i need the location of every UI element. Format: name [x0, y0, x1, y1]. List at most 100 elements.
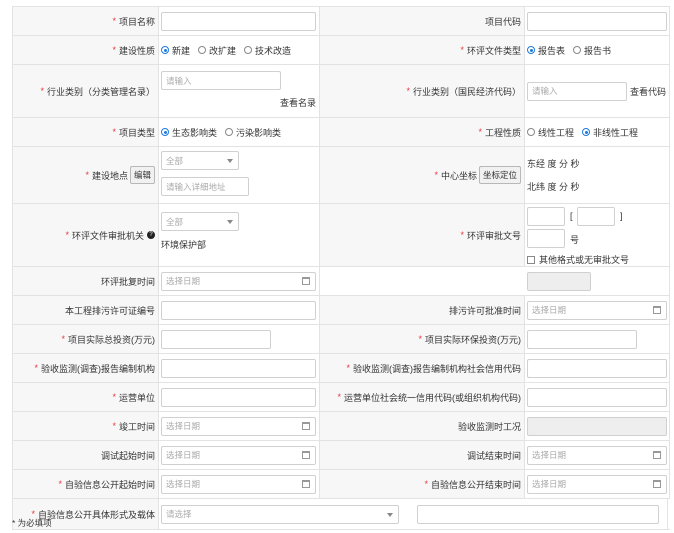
- permit-no-label: 本工程排污许可证编号: [64, 305, 155, 316]
- calendar-icon: [653, 450, 661, 459]
- permit-time-label: 排污许可批准时间: [448, 305, 521, 316]
- radio-selected-icon: [161, 46, 169, 54]
- operator-input[interactable]: [161, 387, 316, 407]
- radio-selected-icon: [582, 128, 591, 136]
- form-row: * 自验信息公开起始时间 选择日期 * 自验信息公开结束时间 选择日期: [12, 470, 670, 499]
- engineering-nature-label: 工程性质: [484, 127, 521, 138]
- disclosure-start-label: 自验信息公开起始时间: [64, 479, 155, 490]
- radio-linear[interactable]: 线性工程: [527, 126, 574, 139]
- eia-number-serial-input[interactable]: [527, 229, 565, 248]
- eia-authority-value: 环境保护部: [161, 240, 207, 250]
- radio-pollution[interactable]: 污染影响类: [225, 126, 281, 139]
- radio-selected-icon: [161, 128, 169, 136]
- operator-code-label: 运营单位社会统一信用代码(或组织机构代码): [344, 392, 521, 403]
- completion-time-label: 竣工时间: [118, 421, 155, 432]
- debug-start-label: 调试起始时间: [100, 450, 155, 461]
- project-code-input[interactable]: [527, 11, 667, 31]
- edit-site-button[interactable]: 编辑: [129, 166, 155, 184]
- radio-new-build[interactable]: 新建: [161, 44, 190, 57]
- radio-expansion[interactable]: 改扩建: [198, 44, 236, 57]
- radio-selected-icon: [527, 46, 535, 54]
- form-row: * 验收监测(调查)报告编制机构 * 验收监测(调查)报告编制机构社会信用代码: [12, 354, 670, 383]
- disclosure-form-select[interactable]: 请选择: [161, 504, 399, 524]
- eia-authority-label: 环评文件审批机关: [71, 230, 144, 241]
- radio-ecological[interactable]: 生态影响类: [161, 126, 217, 139]
- eia-number-disabled-input: [527, 271, 591, 291]
- monitor-condition-label: 验收监测时工况: [457, 421, 521, 432]
- chevron-down-icon: [227, 220, 233, 224]
- operator-code-input[interactable]: [527, 387, 667, 407]
- debug-start-picker[interactable]: 选择日期: [161, 445, 316, 465]
- calendar-icon: [302, 479, 310, 488]
- radio-tech-upgrade[interactable]: 技术改造: [244, 44, 291, 57]
- disclosure-end-label: 自验信息公开结束时间: [430, 479, 521, 490]
- radio-report-form[interactable]: 报告表: [527, 44, 565, 57]
- calendar-icon: [302, 276, 310, 285]
- form-row: * 建设性质 新建 改扩建 技术改造 * 环评文件类型 报告表 报告书: [12, 36, 670, 65]
- eia-approval-time-picker[interactable]: 选择日期: [161, 271, 316, 291]
- form-row: * 项目类型 生态影响类 污染影响类 * 工程性质 线性工程 非线性工程: [12, 118, 670, 147]
- form-row: * 项目实际总投资(万元) * 项目实际环保投资(万元): [12, 325, 670, 354]
- calendar-icon: [302, 421, 310, 430]
- project-name-label: * 项目名称: [12, 7, 159, 35]
- required-footnote: * 为必填项: [12, 518, 52, 528]
- disclosure-form-input[interactable]: [417, 504, 659, 524]
- view-code-link[interactable]: 查看代码: [630, 85, 666, 98]
- eia-doc-type-label: 环评文件类型: [466, 45, 521, 56]
- project-type-label: 项目类型: [118, 127, 155, 138]
- monitor-org-code-input[interactable]: [527, 358, 667, 378]
- industry-mgmt-label: 行业类别（分类管理名录）: [46, 86, 155, 97]
- debug-end-picker[interactable]: 选择日期: [527, 445, 667, 465]
- total-investment-label: 项目实际总投资(万元): [68, 334, 155, 345]
- radio-icon: [244, 46, 253, 54]
- industry-econ-input[interactable]: 请输入: [527, 81, 627, 101]
- env-investment-input[interactable]: [527, 329, 637, 349]
- total-investment-input[interactable]: [161, 329, 271, 349]
- no-approval-number-checkbox[interactable]: 其他格式或无审批文号: [527, 253, 629, 266]
- radio-icon: [225, 128, 234, 136]
- eia-number-prefix-input[interactable]: [527, 207, 565, 226]
- form-row: * 环评文件审批机关? 全部 环境保护部 * 环评审批文号 [ ] 号 其他格式或无…: [12, 204, 670, 267]
- radio-icon: [198, 46, 207, 54]
- eia-number-label: 环评审批文号: [466, 230, 521, 241]
- monitor-org-input[interactable]: [161, 358, 316, 378]
- radio-report-book[interactable]: 报告书: [573, 44, 611, 57]
- form-row: 本工程排污许可证编号 排污许可批准时间 选择日期: [12, 296, 670, 325]
- checkbox-icon: [527, 255, 535, 264]
- form-row: 调试起始时间 选择日期 调试结束时间 选择日期: [12, 441, 670, 470]
- disclosure-end-picker[interactable]: 选择日期: [527, 474, 667, 494]
- eia-authority-select[interactable]: 全部: [161, 212, 239, 231]
- industry-econ-label: 行业类别（国民经济代码）: [412, 86, 521, 97]
- form-row: * 行业类别（分类管理名录） 请输入 查看名录 * 行业类别（国民经济代码） 请输入…: [12, 65, 670, 118]
- site-region-select[interactable]: 全部: [161, 151, 239, 170]
- construction-nature-label: 建设性质: [118, 45, 155, 56]
- project-code-label: 项目代码: [320, 7, 525, 35]
- view-catalog-link[interactable]: 查看名录: [280, 96, 316, 109]
- east-longitude-text: 东经 度 分 秒: [527, 159, 580, 169]
- monitor-org-code-label: 验收监测(调查)报告编制机构社会信用代码: [353, 363, 521, 374]
- env-investment-label: 项目实际环保投资(万元): [425, 334, 521, 345]
- permit-time-picker[interactable]: 选择日期: [527, 300, 667, 320]
- monitor-condition-input: [527, 416, 667, 436]
- form-row: 环评批复时间 选择日期: [12, 267, 670, 296]
- radio-nonlinear[interactable]: 非线性工程: [582, 126, 638, 139]
- calendar-icon: [653, 305, 661, 314]
- calendar-icon: [302, 450, 310, 459]
- completion-time-picker[interactable]: 选择日期: [161, 416, 316, 436]
- site-address-input[interactable]: 请输入详细地址: [161, 177, 249, 196]
- industry-mgmt-input[interactable]: 请输入: [161, 71, 281, 90]
- disclosure-start-picker[interactable]: 选择日期: [161, 474, 316, 494]
- radio-icon: [527, 128, 535, 136]
- north-latitude-text: 北纬 度 分 秒: [527, 182, 580, 192]
- permit-no-input[interactable]: [161, 300, 316, 320]
- eia-number-year-input[interactable]: [577, 207, 615, 226]
- help-icon[interactable]: ?: [147, 231, 155, 239]
- center-coord-label: 中心坐标: [440, 170, 477, 181]
- project-form: * 项目名称 项目代码 * 建设性质 新建 改扩建 技术改造 * 环评文件类型 报告表…: [12, 6, 670, 530]
- monitor-org-label: 验收监测(调查)报告编制机构: [41, 363, 155, 374]
- form-row: * 竣工时间 选择日期 验收监测时工况: [12, 412, 670, 441]
- project-name-input[interactable]: [161, 11, 316, 31]
- calendar-icon: [653, 479, 661, 488]
- form-row: * 建设地点 编辑 全部 请输入详细地址 * 中心坐标 坐标定位 东经 度 分 秒 北纬…: [12, 147, 670, 204]
- locate-coord-button[interactable]: 坐标定位: [478, 166, 521, 184]
